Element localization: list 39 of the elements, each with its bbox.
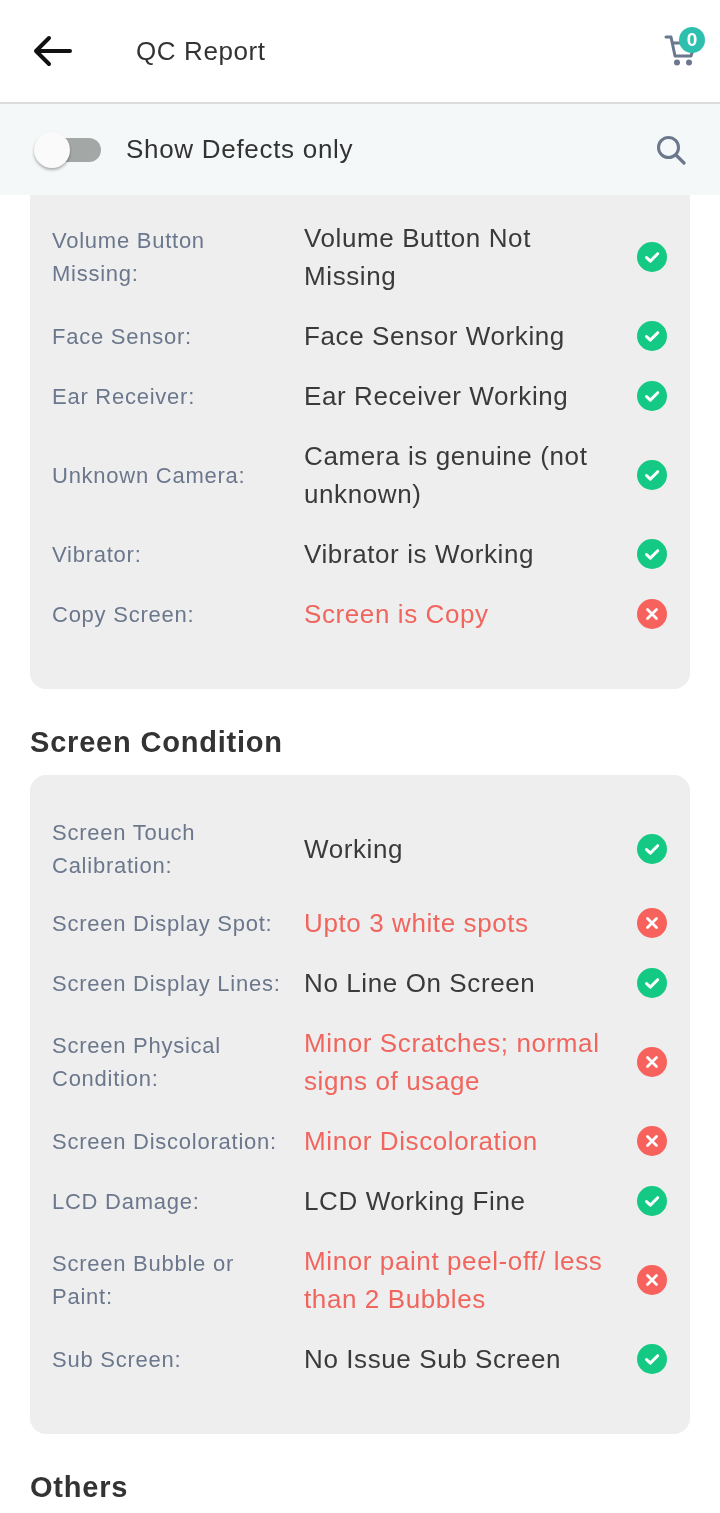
check-label: Copy Screen: — [52, 600, 196, 629]
check-result: Vibrator is Working — [304, 538, 536, 571]
check-label: Screen Bubble or Paint: — [52, 1250, 235, 1311]
check-label: Sub Screen: — [52, 1345, 183, 1374]
back-arrow-icon — [32, 35, 72, 67]
check-label: Face Sensor: — [52, 322, 193, 351]
check-label: Screen Physical Condition: — [52, 1032, 222, 1093]
search-icon — [656, 134, 686, 165]
search-button[interactable] — [656, 134, 686, 165]
check-result: Screen is Copy — [304, 598, 490, 631]
check-result: Minor Discoloration — [304, 1125, 539, 1158]
check-label: Unknown Camera: — [52, 461, 247, 490]
check-result: No Issue Sub Screen — [304, 1343, 563, 1376]
section-title: Screen Condition — [30, 725, 284, 760]
check-label: Vibrator: — [52, 540, 143, 569]
check-result: No Line On Screen — [304, 967, 537, 1000]
check-label: LCD Damage: — [52, 1187, 201, 1216]
check-label: Volume Button Missing: — [52, 227, 206, 288]
check-result: Minor paint peel-off/ less than 2 Bubbles — [304, 1245, 604, 1316]
cart-button[interactable]: 0 — [664, 27, 705, 67]
check-label: Screen Touch Calibration: — [52, 819, 197, 880]
check-result: Minor Scratches; normal signs of usage — [304, 1027, 601, 1098]
page-title: QC Report — [136, 35, 267, 67]
check-result: Face Sensor Working — [304, 320, 566, 353]
check-result: Volume Button Not Missing — [304, 222, 532, 293]
check-result: Upto 3 white spots — [304, 907, 530, 940]
check-result: LCD Working Fine — [304, 1185, 527, 1218]
check-label: Screen Discoloration: — [52, 1127, 278, 1156]
back-button[interactable] — [32, 35, 72, 67]
check-result: Ear Receiver Working — [304, 380, 570, 413]
check-label: Screen Display Spot: — [52, 909, 274, 938]
check-result: Working — [304, 833, 405, 866]
defects-only-toggle[interactable] — [34, 131, 101, 168]
check-label: Ear Receiver: — [52, 382, 197, 411]
section-title: Others — [30, 1470, 130, 1505]
toggle-label: Show Defects only — [126, 134, 355, 165]
check-result: Camera is genuine (not unknown) — [304, 440, 589, 511]
check-label: Screen Display Lines: — [52, 969, 282, 998]
cart-count-badge: 0 — [679, 27, 705, 53]
